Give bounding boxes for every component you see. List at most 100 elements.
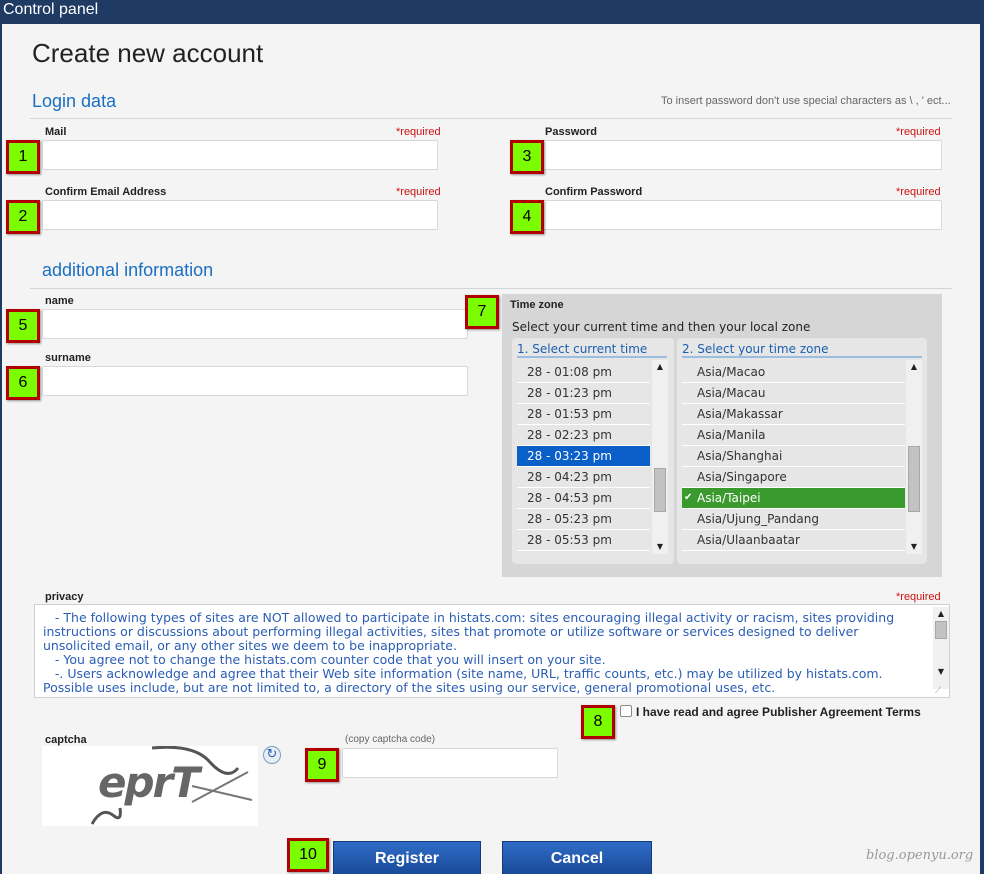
- time-option[interactable]: 28 - 02:23 pm: [517, 425, 650, 446]
- additional-divider: [30, 288, 952, 289]
- password-label: Password: [545, 126, 597, 138]
- zone-items: Asia/Macao Asia/Macau Asia/Makassar Asia/Ma…: [682, 362, 905, 551]
- captcha-label: captcha: [45, 734, 87, 746]
- scroll-up-arrow-icon[interactable]: ▲: [933, 609, 949, 618]
- additional-section-title: additional information: [42, 260, 214, 280]
- badge-5: 5: [6, 309, 40, 343]
- zone-option-label: Asia/Manila: [697, 428, 766, 442]
- resize-grip-icon[interactable]: ⟋: [935, 685, 947, 697]
- zone-option[interactable]: Asia/Singapore: [682, 467, 905, 488]
- confirm-email-label: Confirm Email Address: [45, 186, 167, 198]
- badge-2: 2: [6, 200, 40, 234]
- agree-checkbox[interactable]: [620, 705, 632, 717]
- badge-6: 6: [6, 366, 40, 400]
- zone-option[interactable]: ✔ Asia/Taipei: [682, 488, 905, 509]
- zone-option[interactable]: Asia/Ulaanbaatar: [682, 530, 905, 551]
- time-scrollbar[interactable]: ▲ ▼: [652, 360, 668, 554]
- password-required: *required: [896, 126, 941, 138]
- timezone-subtitle: Select your current time and then your l…: [512, 320, 811, 334]
- scroll-up-arrow-icon[interactable]: ▲: [906, 362, 922, 371]
- scroll-down-arrow-icon[interactable]: ▼: [906, 542, 922, 551]
- check-icon: ✔: [684, 492, 693, 503]
- privacy-text: - The following types of sites are NOT a…: [43, 610, 895, 695]
- time-option[interactable]: 28 - 05:53 pm: [517, 530, 650, 551]
- zone-option-label: Asia/Ulaanbaatar: [697, 533, 800, 547]
- zone-option[interactable]: Asia/Makassar: [682, 404, 905, 425]
- time-option[interactable]: 28 - 04:23 pm: [517, 467, 650, 488]
- name-label: name: [45, 295, 74, 307]
- zone-option-label: Asia/Macao: [697, 365, 766, 379]
- time-items: 28 - 01:08 pm 28 - 01:23 pm 28 - 01:53 pm 2…: [517, 362, 650, 551]
- captcha-text: eprT: [98, 758, 200, 807]
- confirm-email-required: *required: [396, 186, 441, 198]
- register-button[interactable]: Register: [333, 841, 481, 874]
- badge-1: 1: [6, 140, 40, 174]
- confirm-password-input[interactable]: [542, 200, 942, 230]
- zone-option-label: Asia/Shanghai: [697, 449, 783, 463]
- timezone-title: Time zone: [510, 299, 564, 311]
- confirm-password-required: *required: [896, 186, 941, 198]
- zone-option-label: Asia/Ujung_Pandang: [697, 512, 819, 526]
- watermark: blog.openyu.org: [866, 848, 974, 863]
- time-option[interactable]: 28 - 05:23 pm: [517, 509, 650, 530]
- time-option[interactable]: 28 - 01:08 pm: [517, 362, 650, 383]
- badge-9: 9: [305, 748, 339, 782]
- surname-label: surname: [45, 352, 91, 364]
- time-option[interactable]: 28 - 03:23 pm: [517, 446, 650, 467]
- zone-scrollbar[interactable]: ▲ ▼: [906, 360, 922, 554]
- scroll-down-arrow-icon[interactable]: ▼: [652, 542, 668, 551]
- privacy-scroll-thumb[interactable]: [935, 621, 947, 639]
- confirm-password-label: Confirm Password: [545, 186, 643, 198]
- frame-right: [980, 24, 984, 874]
- frame-left: [0, 24, 2, 874]
- zone-option[interactable]: Asia/Shanghai: [682, 446, 905, 467]
- zone-option-label: Asia/Taipei: [697, 491, 761, 505]
- password-hint: To insert password don't use special cha…: [661, 95, 951, 107]
- badge-4: 4: [510, 200, 544, 234]
- time-list[interactable]: 1. Select current time 28 - 01:08 pm 28 -…: [512, 338, 674, 564]
- mail-required: *required: [396, 126, 441, 138]
- zone-option[interactable]: Asia/Ujung_Pandang: [682, 509, 905, 530]
- refresh-captcha-icon[interactable]: ↻: [263, 746, 281, 764]
- time-scroll-thumb[interactable]: [654, 468, 666, 512]
- title-bar: [0, 0, 984, 24]
- time-option[interactable]: 28 - 01:23 pm: [517, 383, 650, 404]
- privacy-label: privacy: [45, 591, 84, 603]
- zone-list[interactable]: 2. Select your time zone Asia/Macao Asia/…: [677, 338, 927, 564]
- zone-option-label: Asia/Singapore: [697, 470, 787, 484]
- time-list-header: 1. Select current time: [517, 342, 667, 358]
- cancel-button[interactable]: Cancel: [502, 841, 652, 874]
- scroll-up-arrow-icon[interactable]: ▲: [652, 362, 668, 371]
- zone-option-label: Asia/Macau: [697, 386, 766, 400]
- mail-label: Mail: [45, 126, 67, 138]
- badge-7: 7: [465, 295, 499, 329]
- agree-label[interactable]: I have read and agree Publisher Agreemen…: [636, 705, 921, 719]
- login-section-title: Login data: [32, 91, 117, 111]
- password-input[interactable]: [542, 140, 942, 170]
- mail-input[interactable]: [42, 140, 438, 170]
- zone-option[interactable]: Asia/Macau: [682, 383, 905, 404]
- name-input[interactable]: [42, 309, 468, 339]
- badge-8: 8: [581, 705, 615, 739]
- login-divider: [30, 118, 952, 119]
- privacy-required: *required: [896, 591, 941, 603]
- captcha-hint: (copy captcha code): [345, 734, 436, 745]
- zone-option[interactable]: Asia/Macao: [682, 362, 905, 383]
- window-title: Control panel: [3, 1, 99, 18]
- scroll-down-arrow-icon[interactable]: ▼: [933, 667, 949, 676]
- zone-scroll-thumb[interactable]: [908, 446, 920, 512]
- time-option[interactable]: 28 - 04:53 pm: [517, 488, 650, 509]
- privacy-textarea[interactable]: - The following types of sites are NOT a…: [34, 604, 950, 698]
- zone-list-header: 2. Select your time zone: [682, 342, 922, 358]
- confirm-email-input[interactable]: [42, 200, 438, 230]
- badge-10: 10: [287, 838, 329, 872]
- captcha-input[interactable]: [342, 748, 558, 778]
- surname-input[interactable]: [42, 366, 468, 396]
- time-option[interactable]: 28 - 01:53 pm: [517, 404, 650, 425]
- captcha-image: eprT: [42, 746, 258, 826]
- zone-option[interactable]: Asia/Manila: [682, 425, 905, 446]
- zone-option-label: Asia/Makassar: [697, 407, 783, 421]
- badge-3: 3: [510, 140, 544, 174]
- privacy-scrollbar[interactable]: ▲ ▼: [933, 607, 949, 689]
- page-title: Create new account: [32, 38, 264, 68]
